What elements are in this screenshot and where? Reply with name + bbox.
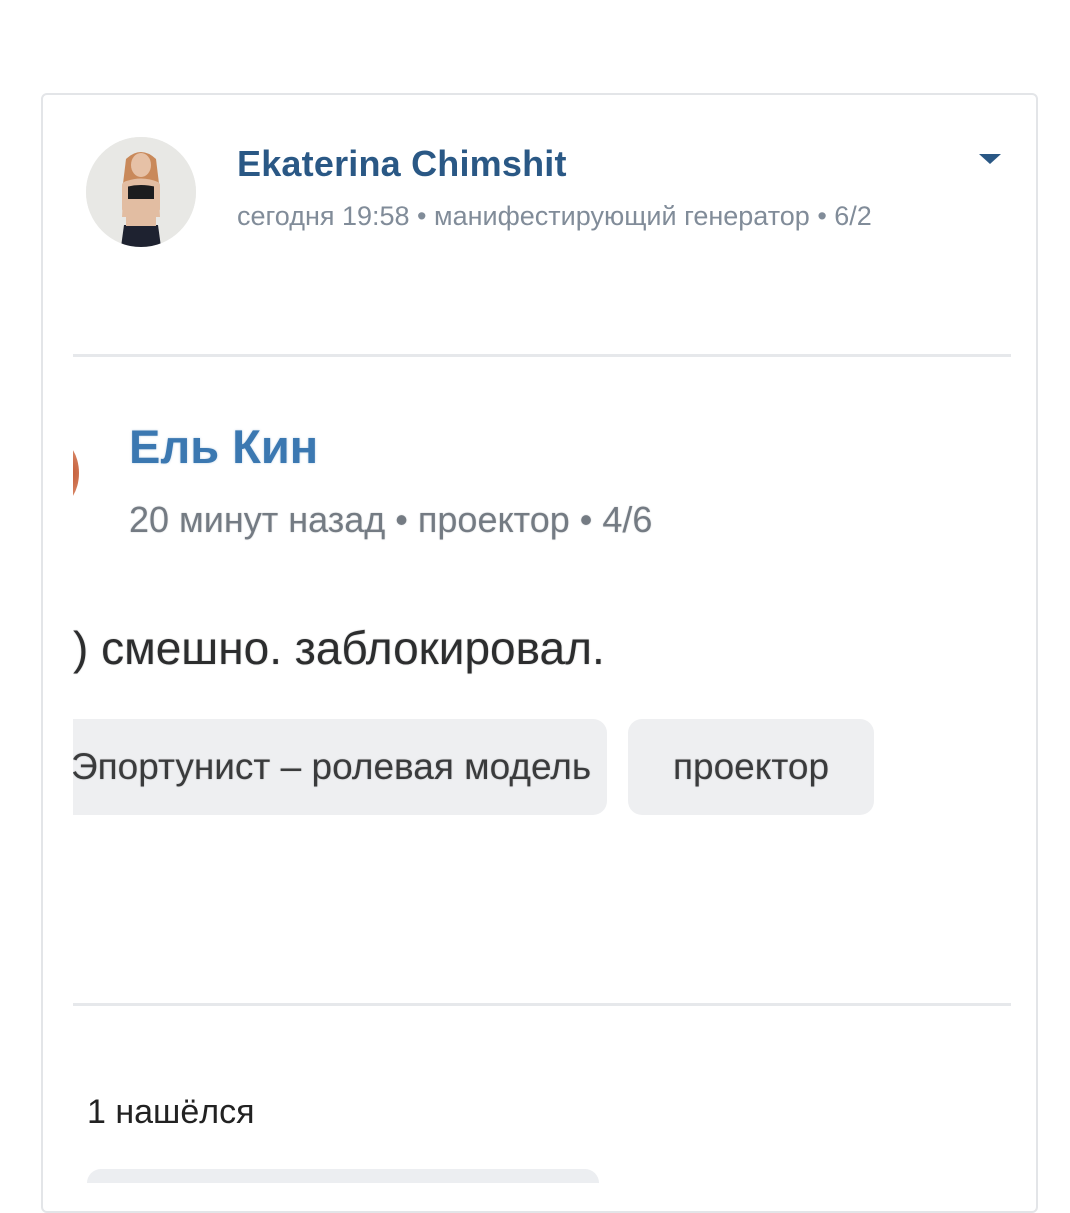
- chevron-down-icon: [979, 154, 1001, 164]
- screenshot-tag: проектор: [628, 719, 874, 815]
- post-meta: сегодня 19:58 • манифестирующий генерато…: [237, 201, 872, 231]
- post-author-name[interactable]: Ekaterina Chimshit: [237, 143, 567, 185]
- divider-bottom: [73, 1003, 1011, 1006]
- screenshot-comment-text: ) смешно. заблокировал.: [73, 622, 605, 674]
- post-menu-button[interactable]: [977, 151, 1003, 167]
- attached-screenshot[interactable]: Ель Кин 20 минут назад • проектор • 4/6 …: [73, 359, 1011, 999]
- post-card: Ekaterina Chimshit сегодня 19:58 • маниф…: [41, 93, 1038, 1213]
- avatar-photo: [86, 137, 196, 247]
- divider-top: [73, 354, 1011, 357]
- screenshot-meta: 20 минут назад • проектор • 4/6: [129, 499, 653, 540]
- result-item[interactable]: [87, 1169, 599, 1183]
- found-count-label: 1 нашёлся: [87, 1093, 255, 1131]
- screenshot-tag: Эпортунист – ролевая модель: [73, 719, 607, 815]
- author-avatar[interactable]: [86, 137, 196, 247]
- screenshot-avatar: [73, 439, 79, 507]
- screenshot-author-name: Ель Кин: [129, 420, 319, 473]
